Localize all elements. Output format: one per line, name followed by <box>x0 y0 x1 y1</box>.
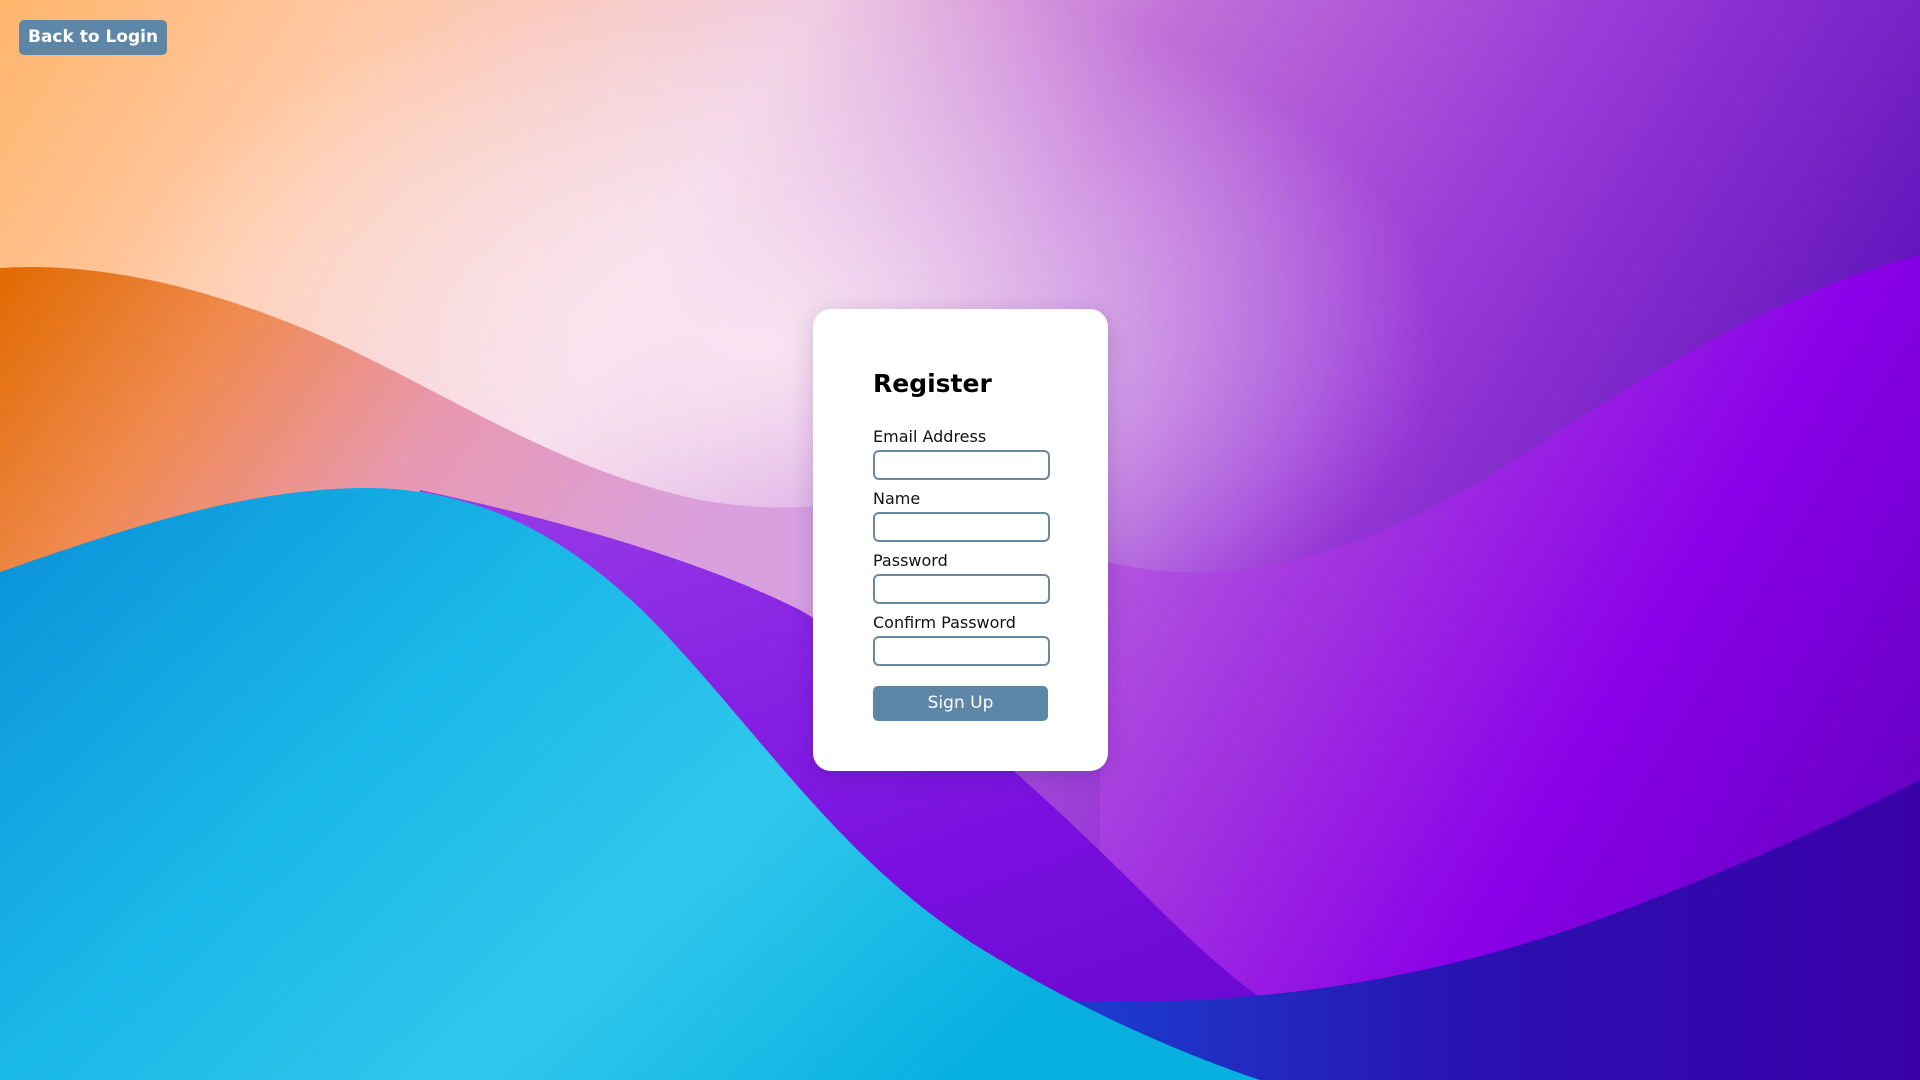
page-title: Register <box>873 369 992 398</box>
confirm-password-label: Confirm Password <box>873 613 1016 632</box>
name-field[interactable] <box>873 512 1050 542</box>
email-label: Email Address <box>873 427 987 446</box>
password-label: Password <box>873 551 948 570</box>
confirm-password-field[interactable] <box>873 636 1050 666</box>
back-to-login-button[interactable]: Back to Login <box>19 20 168 55</box>
sign-up-button[interactable]: Sign Up <box>873 686 1048 721</box>
name-label: Name <box>873 489 921 508</box>
password-field[interactable] <box>873 574 1050 604</box>
register-card: Register Email Address Name Password Con… <box>813 309 1108 771</box>
email-field[interactable] <box>873 450 1050 480</box>
